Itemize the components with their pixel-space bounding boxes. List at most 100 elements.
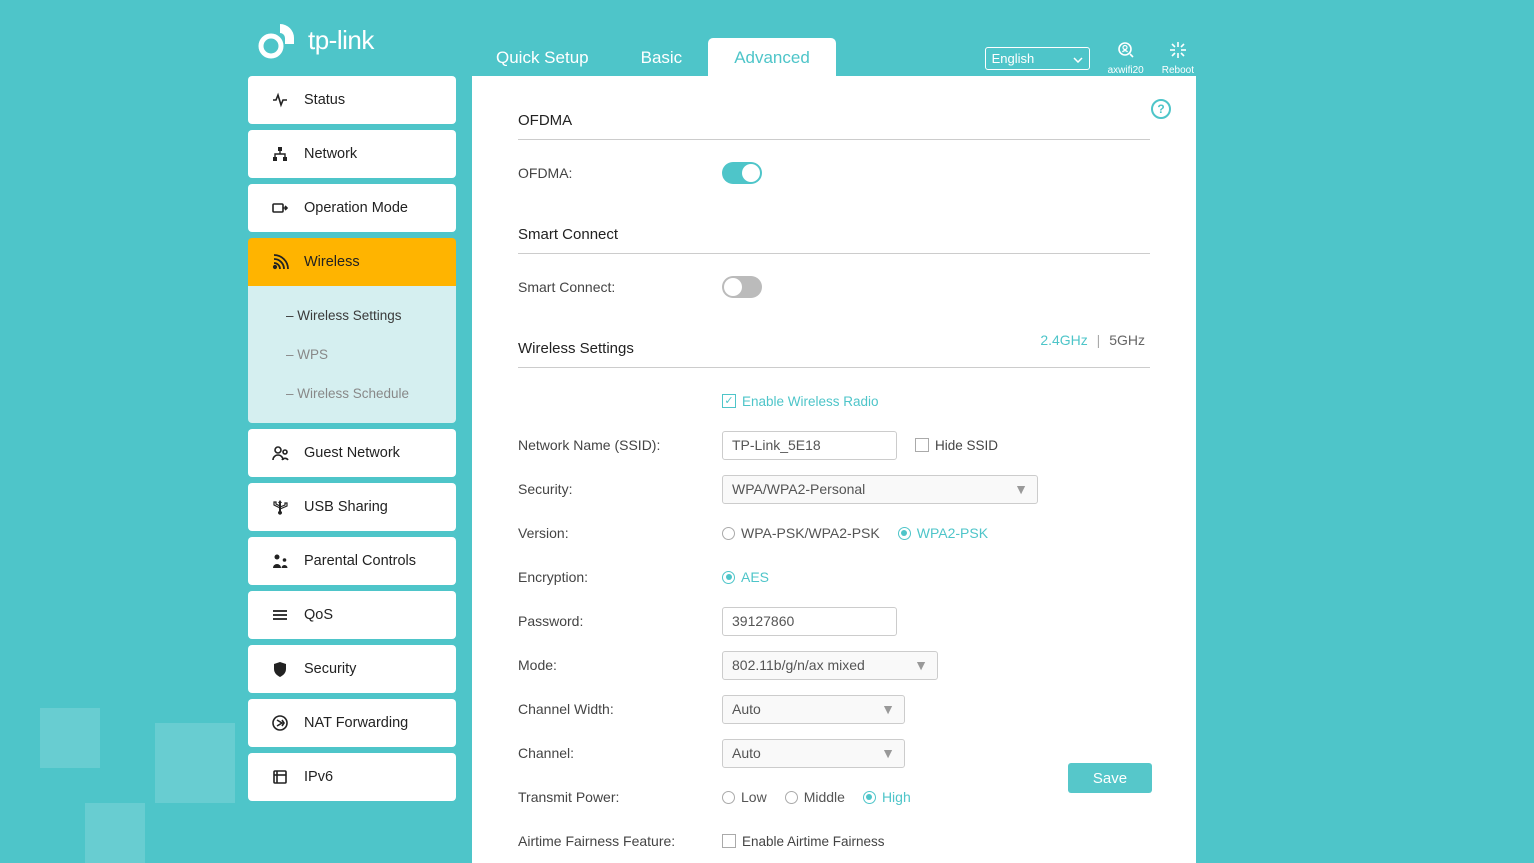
transmit-power-label: Transmit Power: [518,789,722,805]
qos-icon [270,605,290,625]
channel-width-label: Channel Width: [518,701,722,717]
ssid-label: Network Name (SSID): [518,437,722,453]
tab-quick-setup[interactable]: Quick Setup [470,38,615,78]
ofdma-toggle[interactable] [722,162,762,184]
ssid-input[interactable]: TP-Link_5E18 [722,431,897,460]
parental-icon [270,551,290,571]
brand-logo: tp-link [256,18,374,62]
sidebar-item-usb-sharing[interactable]: USB Sharing [248,483,456,531]
security-label: Security: [518,481,722,497]
power-option-low[interactable]: Low [722,789,767,805]
mode-select[interactable]: 802.11b/g/n/ax mixed▼ [722,651,938,680]
sidebar-item-nat-forwarding[interactable]: NAT Forwarding [248,699,456,747]
tab-basic[interactable]: Basic [615,38,709,78]
top-tabs: Quick Setup Basic Advanced [470,38,836,78]
chevron-down-icon: ▼ [881,745,895,761]
reboot-button[interactable]: Reboot [1162,40,1194,76]
sidebar-item-security[interactable]: Security [248,645,456,693]
airtime-check-label: Enable Airtime Fairness [742,834,885,849]
usb-icon [270,497,290,517]
sidebar-item-network[interactable]: Network [248,130,456,178]
checkbox-icon [722,394,736,408]
language-value: English [992,51,1035,66]
guest-network-icon [270,443,290,463]
sidebar-item-label: Guest Network [304,445,400,461]
sidebar-item-label: QoS [304,607,333,623]
power-option-middle[interactable]: Middle [785,789,845,805]
encryption-option-0[interactable]: AES [722,569,769,585]
airtime-label: Airtime Fairness Feature: [518,833,722,849]
status-icon [270,90,290,110]
smart-connect-label: Smart Connect: [518,279,722,295]
smart-connect-toggle[interactable] [722,276,762,298]
ofdma-label: OFDMA: [518,165,722,181]
password-label: Password: [518,613,722,629]
sidebar-item-label: Security [304,661,356,677]
sidebar-item-label: USB Sharing [304,499,388,515]
help-icon[interactable]: ? [1150,98,1172,125]
sidebar-item-label: Network [304,146,357,162]
submenu-wireless-schedule[interactable]: Wireless Schedule [248,374,456,413]
sidebar-item-qos[interactable]: QoS [248,591,456,639]
operation-mode-icon [270,198,290,218]
shield-icon [270,659,290,679]
ipv6-icon [270,767,290,787]
sidebar-item-ipv6[interactable]: IPv6 [248,753,456,801]
mode-label: Mode: [518,657,722,673]
sidebar: Status Network Operation Mode Wireless W… [248,76,456,807]
network-icon [270,144,290,164]
tplink-logo-icon [256,18,300,62]
smart-connect-title: Smart Connect [518,218,1150,253]
sidebar-item-label: NAT Forwarding [304,715,408,731]
reboot-label: Reboot [1162,65,1194,76]
sidebar-item-label: Status [304,92,345,108]
sidebar-item-label: Operation Mode [304,200,408,216]
sidebar-item-wireless[interactable]: Wireless [248,238,456,286]
hide-ssid-checkbox[interactable]: Hide SSID [915,438,998,453]
band-tab-24ghz[interactable]: 2.4GHz [1035,332,1092,348]
band-tab-5ghz[interactable]: 5GHz [1104,332,1150,348]
user-label: axwifi20 [1108,65,1144,76]
reboot-icon [1168,40,1188,65]
band-tabs: 2.4GHz | 5GHz [1035,332,1150,348]
channel-select[interactable]: Auto▼ [722,739,905,768]
chevron-down-icon [1073,51,1083,66]
wireless-icon [270,252,290,272]
security-select[interactable]: WPA/WPA2-Personal▼ [722,475,1038,504]
svg-text:?: ? [1157,102,1164,116]
sidebar-item-status[interactable]: Status [248,76,456,124]
hide-ssid-label: Hide SSID [935,438,998,453]
language-select[interactable]: English [985,47,1090,70]
sidebar-item-operation-mode[interactable]: Operation Mode [248,184,456,232]
version-option-1[interactable]: WPA2-PSK [898,525,988,541]
brand-name: tp-link [308,25,374,56]
checkbox-icon [915,438,929,452]
enable-wireless-radio-checkbox[interactable]: Enable Wireless Radio [722,394,879,409]
band-separator: | [1097,332,1101,348]
encryption-label: Encryption: [518,569,722,585]
wireless-submenu: Wireless Settings WPS Wireless Schedule [248,286,456,423]
user-account-button[interactable]: axwifi20 [1108,40,1144,76]
enable-radio-label: Enable Wireless Radio [742,394,879,409]
nat-icon [270,713,290,733]
chevron-down-icon: ▼ [881,701,895,717]
sidebar-item-label: IPv6 [304,769,333,785]
submenu-wireless-settings[interactable]: Wireless Settings [248,296,456,335]
password-input[interactable]: 39127860 [722,607,897,636]
ofdma-title: OFDMA [518,104,1150,139]
airtime-checkbox[interactable]: Enable Airtime Fairness [722,834,885,849]
chevron-down-icon: ▼ [1014,481,1028,497]
sidebar-item-guest-network[interactable]: Guest Network [248,429,456,477]
background-decoration [0,663,250,863]
sidebar-item-parental-controls[interactable]: Parental Controls [248,537,456,585]
save-button[interactable]: Save [1068,763,1152,793]
version-label: Version: [518,525,722,541]
submenu-wps[interactable]: WPS [248,335,456,374]
channel-width-select[interactable]: Auto▼ [722,695,905,724]
channel-label: Channel: [518,745,722,761]
version-option-0[interactable]: WPA-PSK/WPA2-PSK [722,525,880,541]
user-magnify-icon [1116,40,1136,65]
power-option-high[interactable]: High [863,789,911,805]
main-panel: ? OFDMA OFDMA: Smart Connect Smart Conne… [472,76,1196,863]
tab-advanced[interactable]: Advanced [708,38,836,78]
